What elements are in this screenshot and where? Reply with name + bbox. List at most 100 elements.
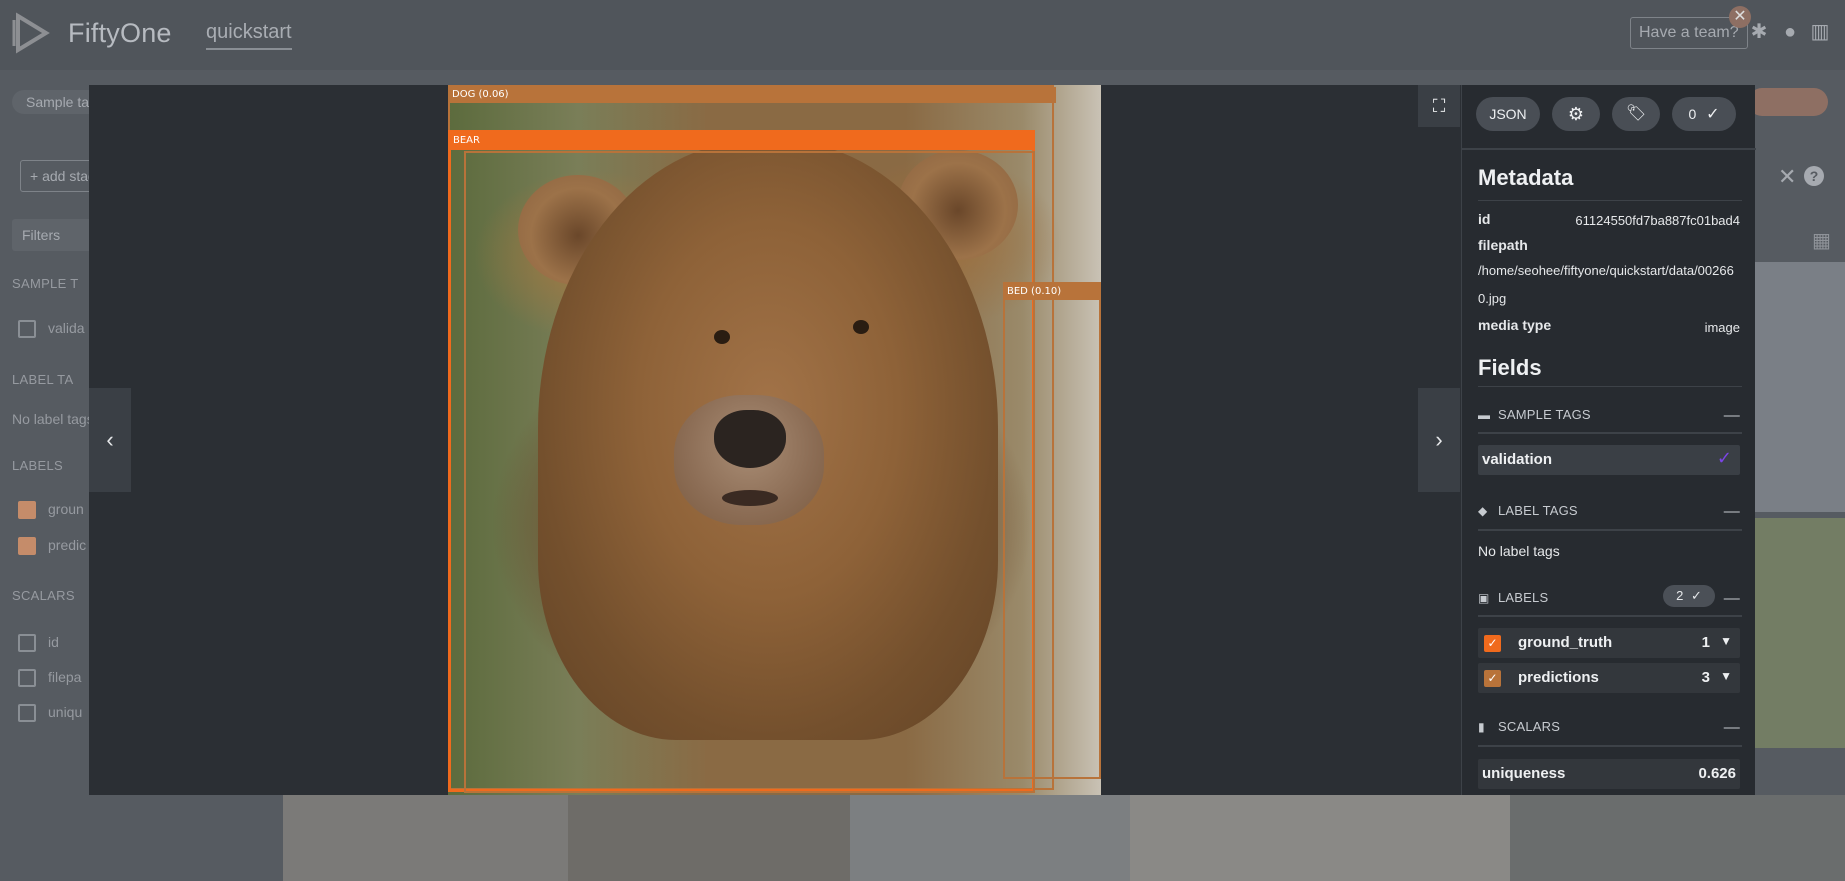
checkbox-icon[interactable] — [18, 669, 36, 688]
app-logo-text: FiftyOne — [68, 18, 172, 48]
grid-thumbnail[interactable] — [1130, 795, 1510, 881]
bg-scalar-item[interactable]: id — [18, 634, 59, 653]
label-field-row-predictions[interactable]: ✓ predictions 3 ▼ — [1478, 663, 1740, 693]
divider — [1478, 432, 1742, 434]
chevron-down-icon[interactable]: ▼ — [1720, 634, 1732, 648]
selected-labels-button[interactable]: 0 ✓ — [1672, 97, 1736, 131]
scalars-header[interactable]: ▮ SCALARS — — [1478, 719, 1742, 739]
detection-box-bed[interactable]: BED (0.10) — [1003, 282, 1101, 779]
scalar-name: uniqueness — [1482, 765, 1566, 782]
grid-thumbnail[interactable] — [1510, 795, 1845, 881]
grid-thumbnail[interactable] — [1755, 518, 1845, 748]
metadata-id-value: 61124550fd7ba887fc01bad4 — [1575, 213, 1740, 228]
grid-thumbnail[interactable] — [1755, 262, 1845, 512]
bg-section-scalars: SCALARS — [12, 588, 75, 603]
fiftyone-logo-icon — [12, 12, 50, 54]
bar-chart-icon: ▮ — [1478, 720, 1485, 734]
docs-icon[interactable]: ▥ — [1808, 20, 1832, 44]
json-button[interactable]: JSON — [1476, 97, 1540, 131]
metadata-id-label: id — [1478, 211, 1491, 227]
collapse-icon[interactable]: — — [1724, 407, 1740, 425]
label-field-count: 3 — [1701, 669, 1710, 686]
checkbox-icon[interactable] — [18, 537, 36, 556]
fullscreen-icon[interactable]: ⛶ — [1418, 85, 1460, 127]
checkbox-icon[interactable] — [18, 501, 36, 520]
bg-label-name: predic — [48, 537, 87, 553]
collapse-icon[interactable]: — — [1724, 719, 1740, 737]
selected-count: 0 — [1688, 106, 1697, 122]
next-sample-button[interactable]: › — [1418, 388, 1460, 492]
label-tags-header[interactable]: ◆ LABEL TAGS — — [1478, 503, 1742, 523]
bg-close-icon[interactable]: ✕ — [1778, 164, 1796, 190]
scalar-value: 0.626 — [1698, 765, 1736, 782]
label-field-row-ground-truth[interactable]: ✓ ground_truth 1 ▼ — [1478, 628, 1740, 658]
bg-label-item[interactable]: predic — [18, 537, 87, 556]
chevron-down-icon[interactable]: ▼ — [1720, 669, 1732, 683]
collapse-icon[interactable]: — — [1724, 590, 1740, 608]
bg-scalar-name: uniqu — [48, 704, 83, 720]
bg-scalar-name: filepa — [48, 669, 82, 685]
bg-scalar-name: id — [48, 634, 59, 650]
sample-tag-row[interactable]: validation ✓ — [1478, 445, 1740, 475]
sample-image[interactable]: DOG (0.06) BEAR BED (0.10) — [448, 85, 1101, 795]
sample-sidebar: JSON ⚙ 🏷 0 ✓ Metadata id 61124550fd7ba88… — [1461, 85, 1756, 795]
collapse-icon[interactable]: — — [1724, 503, 1740, 521]
bg-sample-tag-item[interactable]: valida — [18, 320, 85, 339]
folder-icon: ▬ — [1478, 408, 1491, 422]
labels-selected-pill[interactable]: 2 ✓ — [1663, 585, 1715, 607]
metadata-media-type-value: image — [1704, 320, 1740, 335]
github-icon[interactable]: ● — [1778, 20, 1802, 44]
bg-sample-tag-label: valida — [48, 320, 85, 336]
panel-actions: JSON ⚙ 🏷 0 ✓ — [1462, 85, 1756, 150]
sample-modal: DOG (0.06) BEAR BED (0.10) ⛶ ‹ › JSON ⚙ … — [89, 85, 1756, 795]
checkbox-icon[interactable] — [18, 704, 36, 723]
sample-tags-header[interactable]: ▬ SAMPLE TAGS — — [1478, 407, 1742, 427]
labels-selected-count: 2 — [1676, 588, 1684, 603]
check-icon: ✓ — [1706, 106, 1720, 123]
label-tags-header-label: LABEL TAGS — [1498, 503, 1578, 518]
check-icon[interactable]: ✓ — [1717, 448, 1732, 469]
scalars-header-label: SCALARS — [1498, 719, 1561, 734]
grid-thumbnail[interactable] — [283, 795, 568, 881]
metadata-title: Metadata — [1478, 165, 1574, 190]
grid-thumbnail[interactable] — [850, 795, 1130, 881]
fields-title: Fields — [1478, 355, 1542, 380]
bg-label-name: groun — [48, 501, 84, 517]
labels-header-label: LABELS — [1498, 590, 1549, 605]
detection-label: BEAR — [451, 133, 1035, 150]
bg-section-sample-tags: SAMPLE T — [12, 276, 79, 291]
detection-label: BED (0.10) — [1005, 284, 1101, 300]
bg-scalar-item[interactable]: filepa — [18, 669, 82, 688]
label-field-name: ground_truth — [1518, 634, 1613, 651]
check-icon: ✓ — [1690, 588, 1702, 603]
sample-tag-label: validation — [1482, 451, 1553, 468]
bg-label-item[interactable]: groun — [18, 501, 84, 520]
labels-icon: ▣ — [1478, 591, 1490, 605]
grid-thumbnail[interactable] — [568, 795, 850, 881]
gear-icon[interactable]: ⚙ — [1552, 97, 1600, 131]
checkbox-icon[interactable] — [18, 320, 36, 339]
bg-scalar-item[interactable]: uniqu — [18, 704, 83, 723]
checkbox-icon[interactable]: ✓ — [1484, 635, 1501, 652]
divider — [1478, 745, 1742, 747]
bg-section-label-tags: LABEL TA — [12, 372, 74, 387]
dataset-selector[interactable]: quickstart — [206, 21, 292, 50]
detection-box-bear-pred[interactable] — [464, 151, 1035, 793]
slack-icon[interactable]: ✱ — [1747, 20, 1771, 44]
divider — [1478, 615, 1742, 617]
grid-icon[interactable]: ▦ — [1812, 228, 1831, 253]
image-viewer[interactable]: DOG (0.06) BEAR BED (0.10) ⛶ ‹ › — [89, 85, 1461, 795]
bg-section-labels: LABELS — [12, 458, 63, 473]
metadata-filepath-label: filepath — [1478, 237, 1528, 253]
no-label-tags-text: No label tags — [1478, 543, 1560, 559]
checkbox-icon[interactable]: ✓ — [1484, 670, 1501, 687]
label-field-name: predictions — [1518, 669, 1599, 686]
bg-no-label-tags: No label tags — [12, 411, 94, 427]
bg-help-icon[interactable]: ? — [1804, 166, 1824, 186]
bg-view-button[interactable] — [1748, 88, 1828, 116]
divider — [1478, 200, 1742, 201]
tag-icon[interactable]: 🏷 — [1612, 97, 1660, 131]
top-bar: FiftyOne quickstart Have a team? ✕ ✱ ● ▥ — [0, 0, 1845, 70]
previous-sample-button[interactable]: ‹ — [89, 388, 131, 492]
checkbox-icon[interactable] — [18, 634, 36, 653]
